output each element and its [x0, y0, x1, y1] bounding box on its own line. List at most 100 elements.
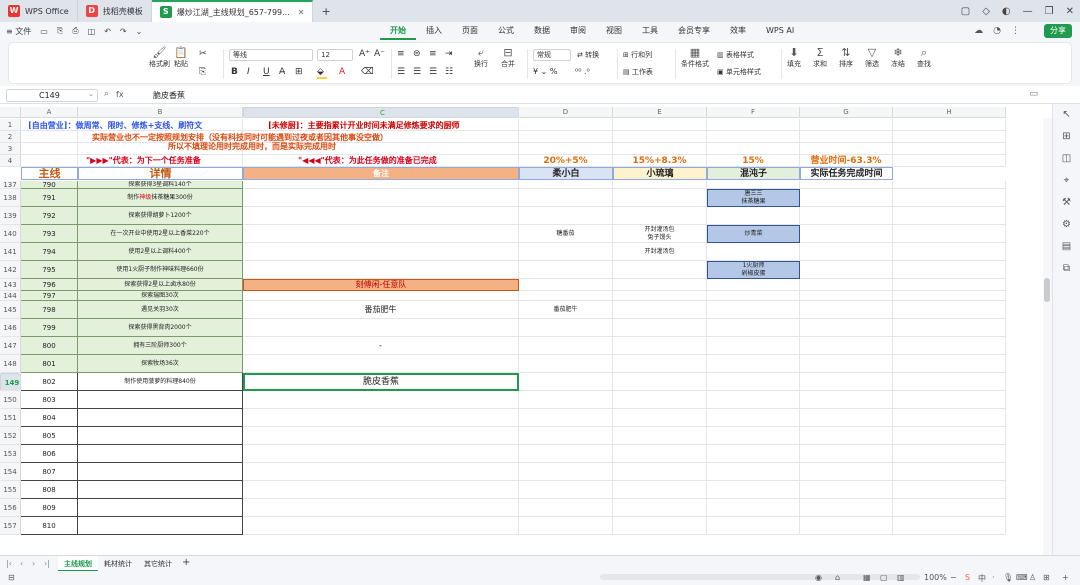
- cell-chef-d[interactable]: [519, 373, 613, 391]
- cell-chef-e[interactable]: 开封灌汤包: [613, 243, 707, 261]
- cell-detail[interactable]: 探索获得3星调料140个: [78, 181, 243, 189]
- fx-icon[interactable]: fx: [116, 90, 124, 99]
- cell-detail[interactable]: 制作使用菠萝的料理840份: [78, 373, 243, 391]
- row-header[interactable]: 139: [0, 207, 21, 225]
- cell-main-id[interactable]: 793: [21, 225, 78, 243]
- grid-icon[interactable]: ⊞: [1043, 573, 1050, 582]
- align-bottom-icon[interactable]: ≡: [429, 49, 437, 59]
- column-header-b[interactable]: B: [78, 107, 243, 118]
- strike-icon[interactable]: A̶: [279, 67, 285, 77]
- macro-icon[interactable]: ⊟: [8, 573, 15, 582]
- add-sheet-icon[interactable]: +: [182, 557, 190, 568]
- cell-detail[interactable]: 拥有三阶厨师300个: [78, 337, 243, 355]
- row-header[interactable]: 3: [0, 143, 21, 155]
- undo-icon[interactable]: ↶: [104, 27, 111, 36]
- cell-detail[interactable]: 制作 神级 抹茶糖果300份: [78, 189, 243, 207]
- menu-tools[interactable]: 工具: [632, 22, 668, 40]
- cell-detail[interactable]: [78, 499, 243, 517]
- cell-chef-d[interactable]: [519, 243, 613, 261]
- row-header[interactable]: 150: [0, 391, 21, 409]
- font-name-select[interactable]: 等线: [229, 49, 313, 61]
- horizontal-scrollbar[interactable]: [600, 574, 920, 580]
- cell-note[interactable]: [243, 427, 519, 445]
- cell-chef-e[interactable]: [613, 463, 707, 481]
- cell-detail[interactable]: 探索牧场36次: [78, 355, 243, 373]
- cell-chef-f[interactable]: [707, 319, 800, 337]
- cell-empty[interactable]: [893, 291, 1006, 301]
- cell-time[interactable]: [800, 373, 893, 391]
- italic-icon[interactable]: I: [247, 67, 250, 77]
- cell-main-id[interactable]: 809: [21, 499, 78, 517]
- cell-main-id[interactable]: 806: [21, 445, 78, 463]
- cell-chef-d[interactable]: [519, 291, 613, 301]
- cell-empty[interactable]: [893, 463, 1006, 481]
- eraser-icon[interactable]: ⌫: [361, 67, 374, 77]
- cell-chef-e[interactable]: [613, 391, 707, 409]
- sheet-tab-other[interactable]: 其它统计: [138, 556, 178, 572]
- cell-main-id[interactable]: 802: [21, 373, 78, 391]
- cell-chef-e[interactable]: [613, 301, 707, 319]
- cell-note[interactable]: [243, 181, 519, 189]
- tab-spreadsheet[interactable]: S 爆炒江湖_主线规划_657-799... ✕: [151, 0, 314, 22]
- shirt-icon[interactable]: ♙: [1029, 573, 1036, 582]
- row-header[interactable]: 1: [0, 119, 21, 131]
- cell-note[interactable]: [243, 499, 519, 517]
- name-box[interactable]: C149: [6, 89, 98, 102]
- punct-icon[interactable]: ·: [992, 573, 995, 582]
- cell-chef-f[interactable]: [707, 517, 800, 535]
- cell-detail[interactable]: [78, 427, 243, 445]
- redo-icon[interactable]: ↷: [120, 27, 127, 36]
- cell-note[interactable]: [243, 481, 519, 499]
- formula-input[interactable]: 脆皮香蕉: [153, 90, 185, 101]
- minimize-icon[interactable]: —: [1023, 6, 1033, 17]
- print-icon[interactable]: ⎙: [72, 26, 78, 36]
- cell-time[interactable]: [800, 427, 893, 445]
- row-header[interactable]: 152: [0, 427, 21, 445]
- cell-chef-d[interactable]: [519, 189, 613, 207]
- cell-chef-e[interactable]: [613, 409, 707, 427]
- cell-chef-f[interactable]: [707, 337, 800, 355]
- cell-note[interactable]: 刻傅闲-任意队: [243, 279, 519, 291]
- cell-chef-e[interactable]: [613, 517, 707, 535]
- cell-time[interactable]: [800, 279, 893, 291]
- cell-chef-f[interactable]: [707, 373, 800, 391]
- row-header[interactable]: 144: [0, 291, 21, 301]
- cell-note[interactable]: [243, 391, 519, 409]
- cell-main-id[interactable]: 798: [21, 301, 78, 319]
- cell-time[interactable]: [800, 355, 893, 373]
- grid-cell[interactable]: [800, 143, 893, 155]
- sheet-tab-materials[interactable]: 耗材统计: [98, 556, 138, 572]
- cell-main-id[interactable]: 810: [21, 517, 78, 535]
- grid-cell[interactable]: [519, 131, 613, 143]
- cell-chef-f[interactable]: [707, 301, 800, 319]
- first-sheet-icon[interactable]: |‹: [6, 559, 12, 568]
- row-header[interactable]: 147: [0, 337, 21, 355]
- cell-main-id[interactable]: 801: [21, 355, 78, 373]
- cell-chef-d[interactable]: [519, 207, 613, 225]
- underline-icon[interactable]: U: [263, 67, 270, 77]
- cell-detail[interactable]: [78, 391, 243, 409]
- cell-chef-d[interactable]: [519, 409, 613, 427]
- cell-empty[interactable]: [893, 261, 1006, 279]
- cell-chef-d[interactable]: [519, 481, 613, 499]
- cell-note[interactable]: [243, 445, 519, 463]
- align-right-icon[interactable]: ☰: [429, 67, 437, 77]
- cell-empty[interactable]: [893, 499, 1006, 517]
- cell-chef-e[interactable]: 开封灌汤包 兔子馒头: [613, 225, 707, 243]
- cell-chef-e[interactable]: [613, 319, 707, 337]
- column-header-g[interactable]: G: [800, 107, 893, 118]
- cell-empty[interactable]: [893, 517, 1006, 535]
- cell-empty[interactable]: [893, 319, 1006, 337]
- cell-chef-d[interactable]: [519, 181, 613, 189]
- cell-chef-d[interactable]: [519, 427, 613, 445]
- menu-page[interactable]: 页面: [452, 22, 488, 40]
- expand-formula-icon[interactable]: ▭: [1029, 89, 1038, 99]
- cell-empty[interactable]: [893, 427, 1006, 445]
- cell-chef-f[interactable]: [707, 243, 800, 261]
- chevron-down-icon[interactable]: ⌄: [136, 27, 143, 36]
- align-middle-icon[interactable]: ⊜: [413, 49, 421, 59]
- fill-button[interactable]: ⬇ 填充: [787, 47, 801, 69]
- preview-icon[interactable]: ◫: [88, 27, 96, 36]
- row-header[interactable]: 149: [0, 373, 21, 391]
- tab-wps-office[interactable]: W WPS Office: [0, 0, 78, 22]
